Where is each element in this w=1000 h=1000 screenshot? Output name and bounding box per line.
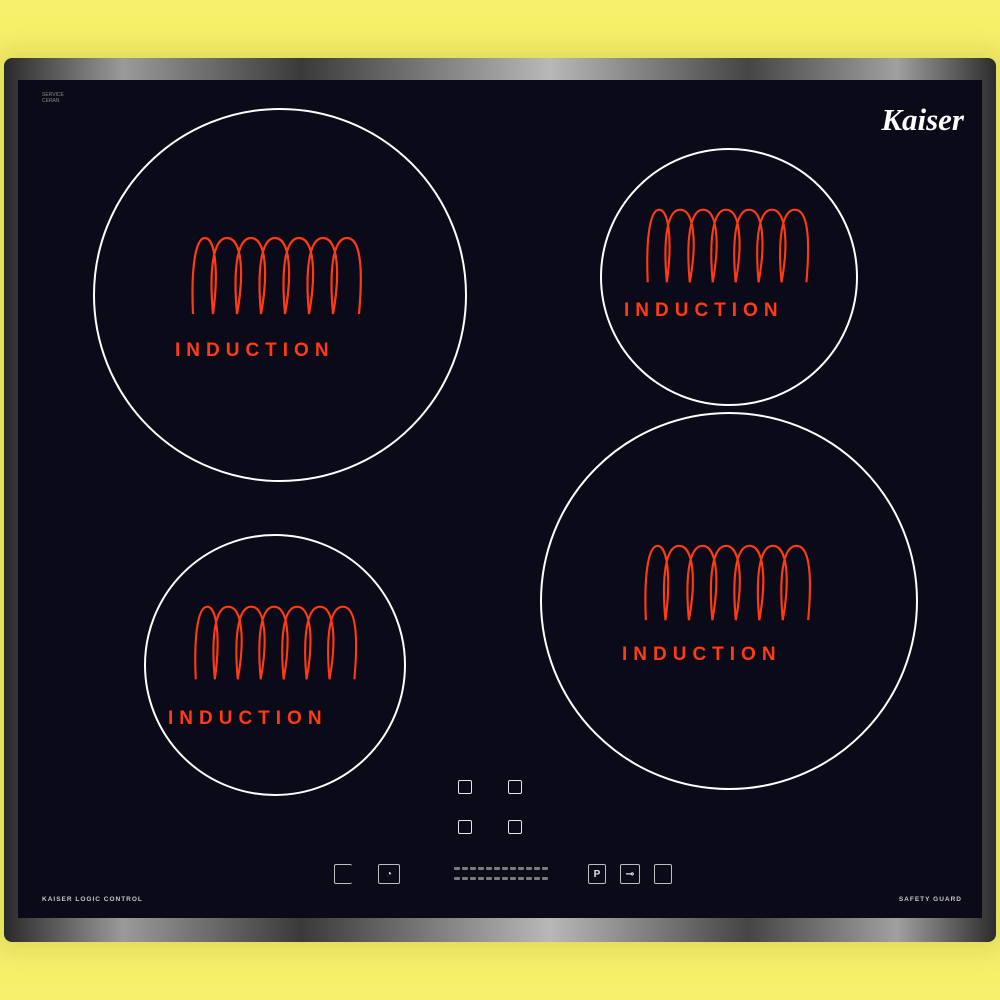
zone-select-key-rear-right[interactable] <box>508 780 522 794</box>
coil-icon <box>640 536 816 628</box>
ceramic-glass-surface: SERVICE CERAN Kaiser INDUCTION INDUCTION <box>18 80 982 918</box>
corner-badge-line-2: CERAN <box>42 98 60 104</box>
zone-select-key-front-left[interactable] <box>458 820 472 834</box>
zone-select-key-front-right[interactable] <box>508 820 522 834</box>
footer-left-text: KAISER LOGIC CONTROL <box>42 896 143 903</box>
coil-icon <box>190 596 362 688</box>
coil-icon <box>642 202 814 288</box>
minus-control[interactable] <box>334 864 352 884</box>
cooktop-frame: SERVICE CERAN Kaiser INDUCTION INDUCTION <box>4 58 996 942</box>
footer-right-text: SAFETY GUARD <box>898 896 962 903</box>
lock-icon: ⊸ <box>625 868 635 880</box>
coil-icon <box>187 230 367 320</box>
cooking-zone-large-right[interactable]: INDUCTION <box>540 412 918 790</box>
power-button[interactable] <box>654 864 672 884</box>
zone-label: INDUCTION <box>175 340 335 361</box>
pause-button[interactable]: P <box>588 864 606 884</box>
clock-icon: ◔ <box>385 868 393 880</box>
zone-select-key-rear-left[interactable] <box>458 780 472 794</box>
power-level-indicator-row-2 <box>454 877 548 880</box>
corner-badge: SERVICE CERAN <box>42 92 64 104</box>
zone-label: INDUCTION <box>624 300 784 321</box>
power-level-indicator-row-1 <box>454 867 548 870</box>
timer-control[interactable]: ◔ <box>378 864 400 884</box>
lock-button[interactable]: ⊸ <box>620 864 640 884</box>
cooking-zone-small-left[interactable]: INDUCTION <box>144 534 406 796</box>
zone-label: INDUCTION <box>168 708 328 729</box>
cooking-zone-small-right[interactable]: INDUCTION <box>600 148 858 406</box>
zone-label: INDUCTION <box>622 644 782 665</box>
brand-logo: Kaiser <box>881 102 964 137</box>
cooking-zone-large-left[interactable]: INDUCTION <box>93 108 467 482</box>
